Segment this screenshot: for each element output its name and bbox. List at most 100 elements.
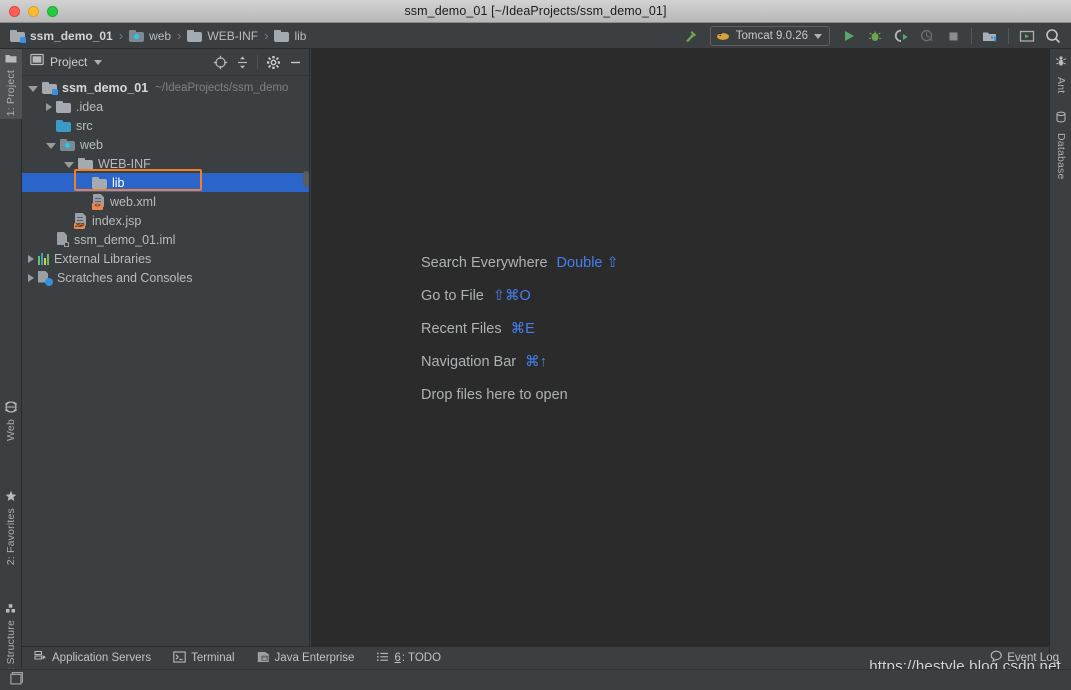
chevron-right-icon[interactable] (28, 254, 34, 263)
hint-go-to-file: Go to File ⇧⌘O (421, 288, 619, 304)
chevron-right-icon[interactable] (28, 273, 34, 282)
tree-row-index-jsp[interactable]: JSP index.jsp (22, 211, 309, 230)
project-structure-button[interactable] (978, 25, 1002, 47)
breadcrumb-item-project[interactable]: ssm_demo_01 (8, 29, 115, 43)
tree-row-src[interactable]: src (22, 116, 309, 135)
project-icon (5, 49, 17, 67)
hint-drop-files: Drop files here to open (421, 387, 619, 403)
tree-row-label: web (80, 137, 103, 152)
breadcrumb-separator: › (118, 28, 124, 43)
select-opened-file-button[interactable] (210, 52, 230, 72)
sidebar-item-favorites[interactable]: 2: Favorites (0, 486, 22, 568)
sidebar-item-ant[interactable]: Ant (1050, 55, 1071, 96)
bottom-item-todo[interactable]: 6 : TODO (376, 651, 441, 666)
xml-file-icon: <> (92, 194, 105, 210)
breadcrumb-item-web[interactable]: web (127, 29, 173, 43)
editor-hints: Search Everywhere Double ⇧ Go to File ⇧⌘… (421, 255, 619, 403)
window-title: ssm_demo_01 [~/IdeaProjects/ssm_demo_01] (404, 4, 667, 18)
folder-icon (78, 157, 93, 170)
tree-row-label: web.xml (110, 194, 156, 209)
breadcrumb-item-lib[interactable]: lib (272, 29, 308, 43)
tree-row-label: WEB-INF (98, 156, 151, 171)
java-enterprise-icon (257, 651, 270, 666)
toggle-tool-windows-button[interactable] (10, 671, 25, 690)
tree-row-idea[interactable]: .idea (22, 97, 309, 116)
run-with-coverage-button[interactable] (889, 25, 913, 47)
bottom-item-java-enterprise[interactable]: Java Enterprise (257, 651, 355, 666)
breadcrumb-label: lib (294, 28, 307, 43)
tree-row-web[interactable]: web (22, 135, 309, 154)
update-app-button[interactable] (1015, 25, 1039, 47)
minimize-window-button[interactable] (28, 6, 39, 17)
tree-row-web-xml[interactable]: <> web.xml (22, 192, 309, 211)
bottom-item-terminal[interactable]: Terminal (173, 650, 235, 666)
build-hammer-button[interactable] (679, 25, 703, 47)
sidebar-item-structure[interactable]: 7: Structure (0, 599, 22, 680)
sidebar-item-database[interactable]: Database (1050, 111, 1071, 183)
sidebar-label: Database (1055, 133, 1067, 180)
tree-row-label: ssm_demo_01 (62, 80, 149, 95)
zoom-window-button[interactable] (47, 6, 58, 17)
profiler-button[interactable] (915, 25, 939, 47)
stop-button[interactable] (941, 25, 965, 47)
chevron-down-icon[interactable] (28, 85, 38, 92)
web-folder-icon (60, 138, 75, 151)
settings-gear-button[interactable] (263, 52, 283, 72)
tree-row-web-inf[interactable]: WEB-INF (22, 154, 309, 173)
tomcat-icon (716, 31, 729, 40)
hint-shortcut: ⇧⌘O (492, 288, 531, 304)
project-tool-window: Project ssm_demo_01 ~/IdeaProjects/ssm_d… (22, 49, 310, 646)
hint-label: Go to File (421, 288, 484, 304)
globe-icon (3, 397, 19, 416)
tree-row-label: src (76, 118, 93, 133)
idea-window: ssm_demo_01 [~/IdeaProjects/ssm_demo_01]… (0, 0, 1071, 690)
collapse-all-button[interactable] (232, 52, 252, 72)
bottom-item-application-servers[interactable]: Application Servers (34, 650, 151, 666)
chevron-down-icon[interactable] (64, 161, 74, 168)
status-bar (0, 669, 1071, 690)
tree-row-lib[interactable]: lib (22, 173, 309, 192)
window-title-bar: ssm_demo_01 [~/IdeaProjects/ssm_demo_01] (0, 0, 1071, 23)
hint-label: Navigation Bar (421, 354, 517, 370)
chevron-down-icon[interactable] (94, 59, 103, 65)
tree-row-scratches[interactable]: Scratches and Consoles (22, 268, 309, 287)
chevron-down-icon[interactable] (46, 142, 56, 149)
sidebar-label: Web (5, 419, 17, 441)
close-window-button[interactable] (9, 6, 20, 17)
right-tool-strip: Ant Database (1049, 49, 1071, 669)
tree-row-label: Scratches and Consoles (57, 270, 193, 285)
search-everywhere-button[interactable] (1041, 25, 1065, 47)
breadcrumb-item-webinf[interactable]: WEB-INF (185, 29, 260, 43)
project-panel-title: Project (50, 55, 88, 69)
bottom-item-label: Java Enterprise (274, 652, 355, 664)
hint-shortcut: ⌘E (510, 321, 535, 337)
breadcrumb-label: ssm_demo_01 (30, 28, 113, 43)
hint-recent-files: Recent Files ⌘E (421, 321, 619, 337)
web-folder-icon (129, 29, 145, 42)
tree-row-iml[interactable]: ssm_demo_01.iml (22, 230, 309, 249)
application-servers-icon (34, 650, 47, 666)
sidebar-item-web[interactable]: Web (0, 397, 22, 444)
left-tool-strip: 1: Project Web 2: Favorites 7: Structure (0, 49, 22, 677)
editor-area[interactable]: Search Everywhere Double ⇧ Go to File ⇧⌘… (311, 49, 1049, 646)
sidebar-item-project[interactable]: 1: Project (0, 49, 22, 120)
tree-row-ssm-demo-01[interactable]: ssm_demo_01 ~/IdeaProjects/ssm_demo (22, 78, 309, 97)
hint-shortcut: ⌘↑ (525, 354, 547, 370)
structure-icon (5, 599, 17, 617)
folder-icon (187, 29, 203, 42)
iml-file-icon (56, 232, 69, 247)
tree-row-path: ~/IdeaProjects/ssm_demo (155, 81, 289, 94)
run-configuration-selector[interactable]: Tomcat 9.0.26 (709, 26, 830, 46)
project-scrollbar[interactable] (303, 171, 309, 187)
hide-panel-button[interactable] (285, 52, 305, 72)
run-configuration-label: Tomcat 9.0.26 (735, 30, 808, 42)
run-button[interactable] (837, 25, 861, 47)
main-toolbar: Tomcat 9.0.26 (679, 24, 1065, 48)
tree-row-external-libraries[interactable]: External Libraries (22, 249, 309, 268)
sidebar-label: 1: Project (5, 70, 17, 117)
tree-row-label: index.jsp (92, 213, 142, 228)
debug-button[interactable] (863, 25, 887, 47)
breadcrumb-separator: › (177, 28, 182, 43)
chevron-right-icon[interactable] (46, 102, 52, 111)
scratches-icon (38, 270, 53, 286)
